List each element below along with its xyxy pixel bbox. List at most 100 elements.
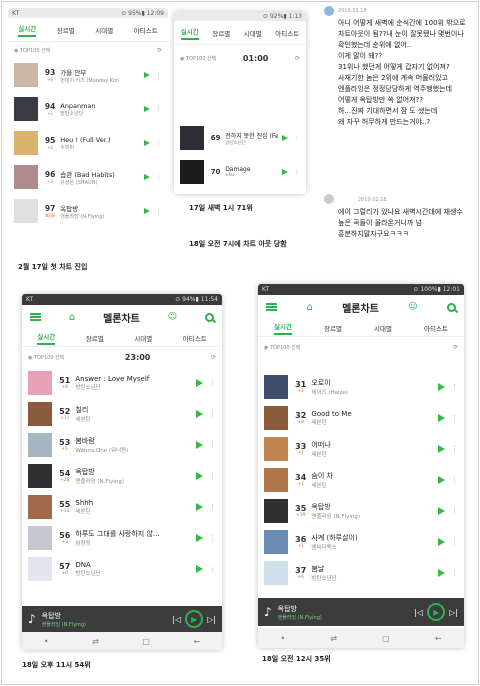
chart-row[interactable]: 37 +6 봄날 방탄소년단 ⋮ bbox=[258, 557, 464, 588]
tab-realtime[interactable]: 실시간 bbox=[37, 331, 56, 345]
more-icon[interactable]: ⋮ bbox=[156, 105, 163, 113]
play-icon[interactable] bbox=[196, 378, 203, 387]
play-icon[interactable] bbox=[438, 537, 445, 546]
album-art[interactable] bbox=[14, 131, 38, 155]
chart-row[interactable]: 53 +1 봄바람 Wanna One (워너원) ⋮ bbox=[22, 429, 222, 460]
next-icon[interactable]: ▷| bbox=[207, 615, 216, 624]
chart-row[interactable]: 55 +13 Shhh 세븐틴 ⋮ bbox=[22, 491, 222, 522]
chart-row[interactable]: 57 +8 DNA 방탄소년단 ⋮ bbox=[22, 553, 222, 584]
album-art[interactable] bbox=[180, 126, 204, 150]
more-icon[interactable]: ⋮ bbox=[451, 538, 458, 546]
chart-row[interactable]: 51 +8 Answer : Love Myself 방탄소년단 ⋮ bbox=[22, 367, 222, 398]
more-icon[interactable]: ⋮ bbox=[294, 135, 300, 142]
search-icon[interactable] bbox=[447, 302, 456, 312]
play-icon[interactable] bbox=[196, 502, 203, 511]
chart-row[interactable]: 69 전하지 못한 진심 (Feat. St...방탄소년단 ⋮ bbox=[174, 121, 306, 155]
more-icon[interactable]: ⋮ bbox=[209, 503, 216, 511]
tab-era[interactable]: 시대별 bbox=[95, 25, 113, 35]
refresh-icon[interactable]: ⟳ bbox=[211, 354, 216, 361]
play-icon[interactable] bbox=[438, 568, 445, 577]
album-art[interactable] bbox=[28, 432, 52, 457]
more-icon[interactable]: ⋮ bbox=[209, 472, 216, 480]
chart-row[interactable]: 35 +19 옥탑방 엔플라잉 (N.Flying) ⋮ bbox=[258, 495, 464, 526]
more-icon[interactable]: ⋮ bbox=[451, 569, 458, 577]
tab-realtime[interactable]: 실시간 bbox=[180, 26, 199, 40]
top100-select[interactable]: ◉ TOP100 선택 bbox=[28, 354, 64, 361]
chart-row[interactable]: 52 +11 칠리 세븐틴 ⋮ bbox=[22, 398, 222, 429]
play-icon[interactable] bbox=[196, 533, 203, 542]
chart-row[interactable]: 34 +1 숨이 차 세븐틴 ⋮ bbox=[258, 464, 464, 495]
album-art[interactable] bbox=[264, 467, 288, 492]
chart-row[interactable]: 33 +1 어떠나 세븐틴 ⋮ bbox=[258, 433, 464, 464]
next-icon[interactable]: ▷| bbox=[449, 608, 458, 617]
recent-apps-icon[interactable]: ⇄ bbox=[92, 637, 99, 646]
tab-artist[interactable]: 아티스트 bbox=[183, 333, 207, 343]
more-icon[interactable]: ⋮ bbox=[451, 445, 458, 453]
chart-row[interactable]: 31 +1 오로이 헤이즈 (Heize) ⋮ bbox=[258, 371, 464, 402]
tab-artist[interactable]: 아티스트 bbox=[275, 28, 299, 38]
album-art[interactable] bbox=[264, 498, 288, 523]
album-art[interactable] bbox=[28, 494, 52, 519]
play-icon[interactable] bbox=[143, 140, 150, 146]
play-icon[interactable] bbox=[438, 382, 445, 391]
album-art[interactable] bbox=[264, 405, 288, 430]
recent-apps-icon[interactable]: ⇄ bbox=[330, 634, 337, 643]
play-icon[interactable] bbox=[438, 413, 445, 422]
album-art[interactable] bbox=[14, 97, 38, 121]
refresh-icon[interactable]: ⟳ bbox=[453, 344, 458, 351]
play-icon[interactable] bbox=[438, 475, 445, 484]
album-art[interactable] bbox=[28, 401, 52, 426]
refresh-icon[interactable]: ⟳ bbox=[157, 47, 162, 54]
play-button[interactable]: ▶ bbox=[185, 610, 204, 628]
play-icon[interactable] bbox=[143, 174, 150, 180]
tab-genre[interactable]: 장르별 bbox=[324, 323, 342, 333]
play-icon[interactable] bbox=[438, 444, 445, 453]
more-icon[interactable]: ⋮ bbox=[451, 414, 458, 422]
back-icon[interactable]: ← bbox=[194, 637, 201, 646]
home-icon[interactable]: ⌂ bbox=[69, 312, 75, 323]
top100-select[interactable]: ◉ TOP100 선택 bbox=[264, 344, 300, 351]
chart-row[interactable]: 36 +1 사계 (하루살이) 엠씨더맥스 ⋮ bbox=[258, 526, 464, 557]
profile-icon[interactable]: ☺ bbox=[408, 302, 417, 312]
more-icon[interactable]: ⋮ bbox=[209, 534, 216, 542]
more-icon[interactable]: ⋮ bbox=[156, 71, 163, 79]
play-icon[interactable] bbox=[196, 471, 203, 480]
more-icon[interactable]: ⋮ bbox=[451, 476, 458, 484]
album-art[interactable] bbox=[264, 374, 288, 399]
more-icon[interactable]: ⋮ bbox=[156, 173, 163, 181]
back-icon[interactable]: ← bbox=[435, 634, 442, 643]
tab-genre[interactable]: 장르별 bbox=[57, 25, 75, 35]
play-icon[interactable] bbox=[196, 440, 203, 449]
album-art[interactable] bbox=[264, 436, 288, 461]
home-button-icon[interactable]: ▢ bbox=[382, 634, 390, 643]
play-icon[interactable] bbox=[438, 506, 445, 515]
more-icon[interactable]: ⋮ bbox=[451, 383, 458, 391]
play-icon[interactable] bbox=[196, 409, 203, 418]
more-icon[interactable]: ⋮ bbox=[209, 379, 216, 387]
play-icon[interactable] bbox=[143, 208, 150, 214]
menu-icon[interactable] bbox=[30, 313, 41, 321]
tab-realtime[interactable]: 실시간 bbox=[274, 321, 292, 335]
chart-row[interactable]: 97 NEW 옥탑방 엔플라잉 (N.Flying) ⋮ bbox=[8, 194, 168, 228]
dot-icon[interactable]: • bbox=[44, 637, 49, 646]
dot-icon[interactable]: • bbox=[281, 634, 286, 643]
chart-row[interactable]: 93 +6 가을 안부 먼데이 키즈 (Monday Kiz) ⋮ bbox=[8, 58, 168, 92]
album-art[interactable] bbox=[28, 556, 52, 581]
refresh-icon[interactable]: ⟳ bbox=[295, 55, 300, 62]
play-icon[interactable] bbox=[282, 135, 288, 141]
tab-artist[interactable]: 아티스트 bbox=[134, 25, 158, 35]
mini-player[interactable]: ♪ 옥탑방 엔플라잉 (N.Flying) |◁ ▶ ▷| bbox=[22, 606, 222, 632]
tab-artist[interactable]: 아티스트 bbox=[424, 323, 448, 333]
more-icon[interactable]: ⋮ bbox=[156, 139, 163, 147]
menu-icon[interactable] bbox=[266, 303, 277, 311]
tab-realtime[interactable]: 실시간 bbox=[18, 23, 37, 37]
top100-select[interactable]: ◉ TOP100 선택 bbox=[14, 47, 50, 54]
tab-era[interactable]: 시대별 bbox=[134, 333, 152, 343]
chart-row[interactable]: 96 +2 습관 (Bad Habits) 유성은 (SHAUN) ⋮ bbox=[8, 160, 168, 194]
more-icon[interactable]: ⋮ bbox=[209, 410, 216, 418]
play-icon[interactable] bbox=[196, 564, 203, 573]
album-art[interactable] bbox=[180, 160, 204, 184]
album-art[interactable] bbox=[14, 63, 38, 87]
top100-select[interactable]: ◉ TOP100 선택 bbox=[180, 55, 216, 62]
play-icon[interactable] bbox=[143, 72, 150, 78]
